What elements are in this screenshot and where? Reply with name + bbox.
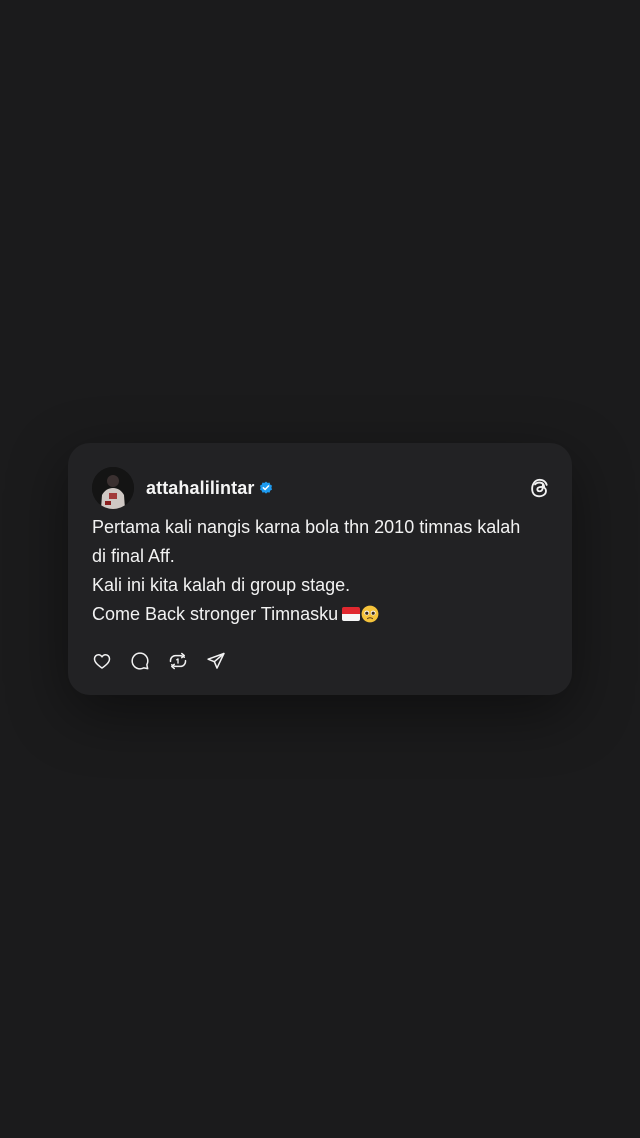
- post-line-4: Come Back stronger Timnasku: [92, 604, 339, 624]
- comment-icon[interactable]: [130, 651, 150, 671]
- post-line-4-wrapper: Come Back stronger Timnasku: [92, 600, 552, 629]
- threads-icon[interactable]: [528, 477, 550, 499]
- post-line-2: di final Aff.: [92, 546, 175, 566]
- avatar[interactable]: [92, 467, 134, 509]
- avatar-image: [92, 467, 134, 509]
- indonesia-flag-icon: [342, 607, 361, 621]
- pleading-face-icon: [361, 603, 379, 623]
- repost-icon[interactable]: [168, 651, 188, 671]
- post-text: Pertama kali nangis karna bola thn 2010 …: [92, 513, 552, 629]
- post-actions: [92, 651, 244, 671]
- share-icon[interactable]: [206, 651, 226, 671]
- post-card[interactable]: attahalilintar Pertama kali nangis karna…: [68, 443, 572, 695]
- post-line-1: Pertama kali nangis karna bola thn 2010 …: [92, 517, 521, 537]
- username[interactable]: attahalilintar: [146, 478, 254, 499]
- verified-badge-icon: [259, 481, 273, 495]
- post-header: attahalilintar: [146, 478, 273, 498]
- heart-icon[interactable]: [92, 651, 112, 671]
- post-line-3: Kali ini kita kalah di group stage.: [92, 575, 351, 595]
